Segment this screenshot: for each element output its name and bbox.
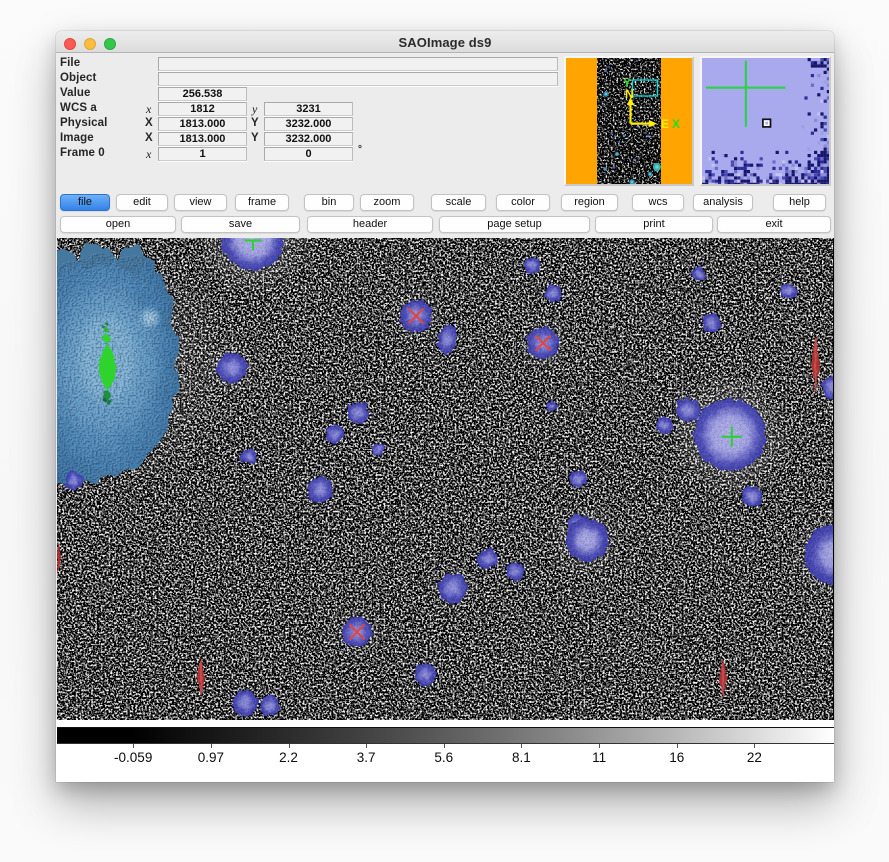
svg-text:E: E [661,117,669,131]
svg-text:Y: Y [623,76,631,90]
svg-text:X: X [672,117,680,131]
